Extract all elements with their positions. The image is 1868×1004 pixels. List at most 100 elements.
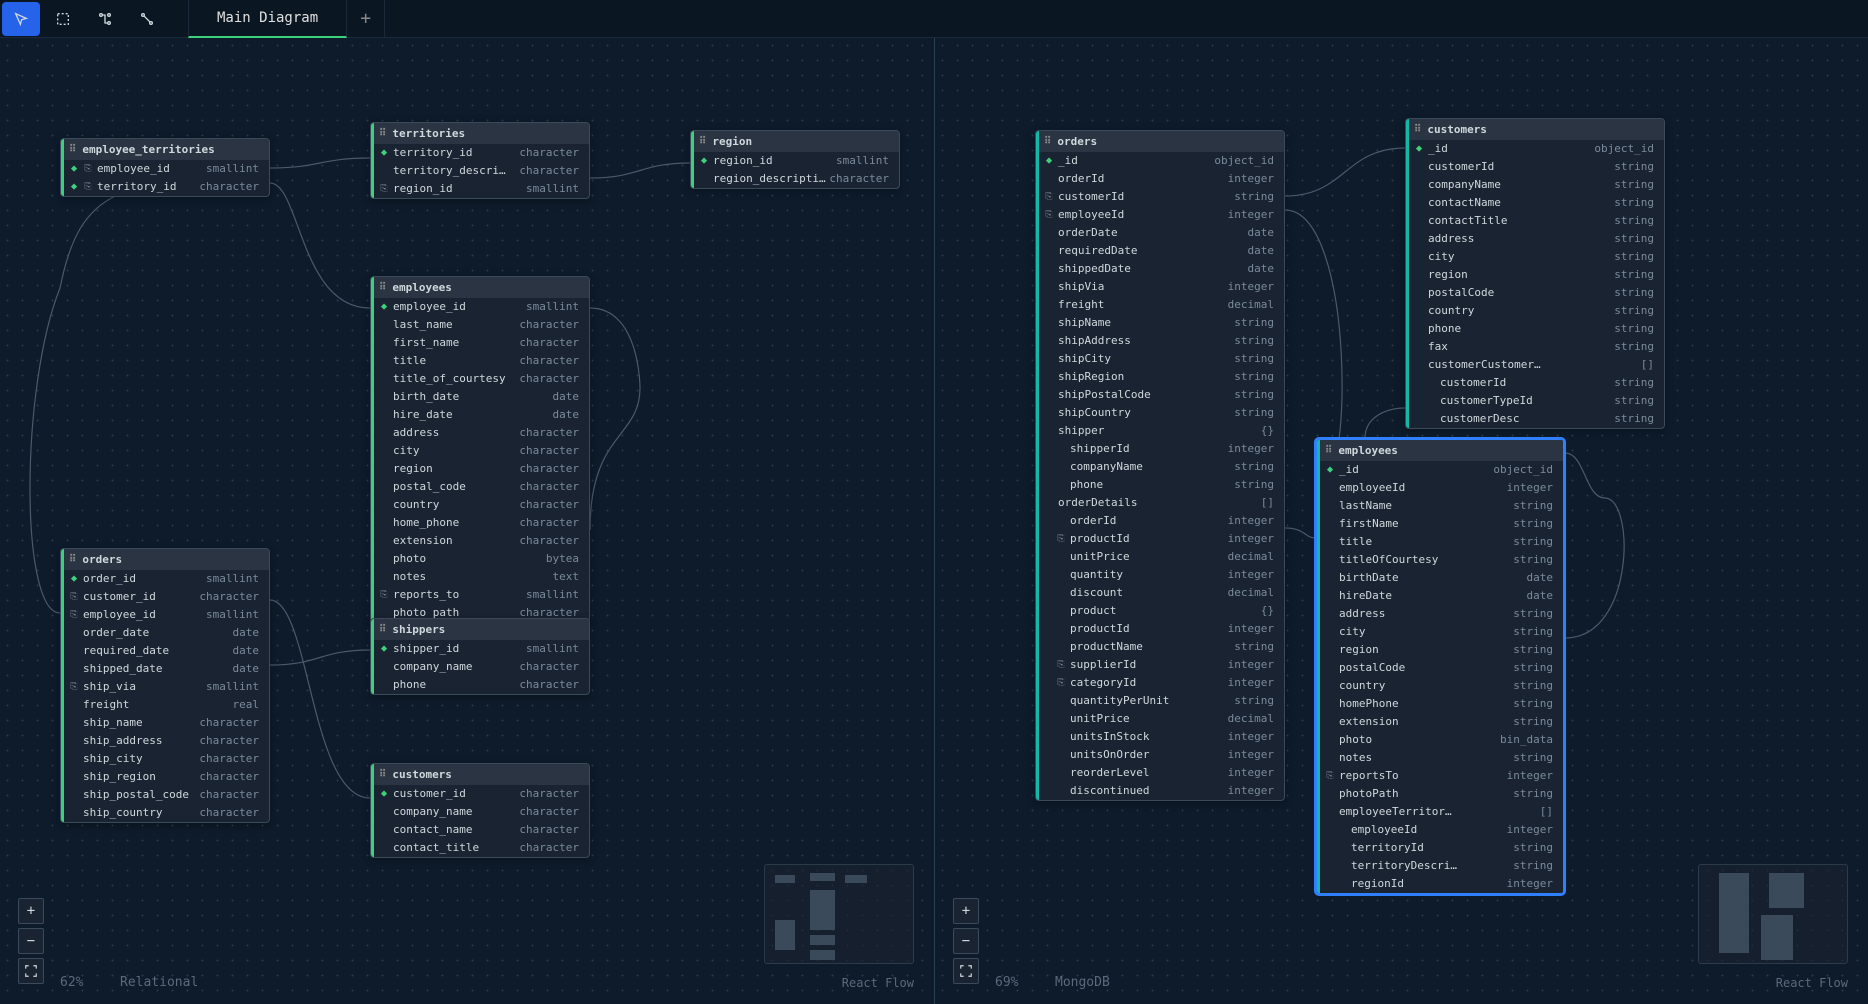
field-row[interactable]: ship_namecharacter xyxy=(61,714,269,732)
field-row[interactable]: citystring xyxy=(1317,623,1563,641)
pointer-tool[interactable] xyxy=(2,2,40,36)
field-row[interactable]: extensionstring xyxy=(1317,713,1563,731)
table-header[interactable]: shippers xyxy=(371,619,589,640)
table-node-employee_territories[interactable]: employee_territories⬥⎘employee_idsmallin… xyxy=(60,138,270,197)
field-row[interactable]: addresscharacter xyxy=(371,424,589,442)
field-row[interactable]: ⎘employee_idsmallint xyxy=(61,606,269,624)
fit-view-button[interactable] xyxy=(953,958,979,984)
field-row[interactable]: unitPricedecimal xyxy=(1036,548,1284,566)
table-header[interactable]: employee_territories xyxy=(61,139,269,160)
field-row[interactable]: ⬥customer_idcharacter xyxy=(371,785,589,803)
field-row[interactable]: ⬥territory_idcharacter xyxy=(371,144,589,162)
field-row[interactable]: customerCustomer…[] xyxy=(1406,356,1664,374)
field-row[interactable]: ⎘supplierIdinteger xyxy=(1036,656,1284,674)
field-row[interactable]: shipCountrystring xyxy=(1036,404,1284,422)
field-row[interactable]: territory_descri…character xyxy=(371,162,589,180)
field-row[interactable]: titlecharacter xyxy=(371,352,589,370)
zoom-in-button[interactable]: + xyxy=(953,898,979,924)
table-node-region[interactable]: region⬥region_idsmallintregion_descripti… xyxy=(690,130,900,189)
field-row[interactable]: ⬥_idobject_id xyxy=(1036,152,1284,170)
table-header[interactable]: customers xyxy=(1406,119,1664,140)
field-row[interactable]: region_descripti…character xyxy=(691,170,899,188)
tree-tool[interactable] xyxy=(86,2,124,36)
field-row[interactable]: orderDatedate xyxy=(1036,224,1284,242)
field-row[interactable]: ⬥_idobject_id xyxy=(1317,461,1563,479)
table-node-m_orders[interactable]: orders⬥_idobject_idorderIdinteger⎘custom… xyxy=(1035,130,1285,801)
table-header[interactable]: customers xyxy=(371,764,589,785)
field-row[interactable]: countrycharacter xyxy=(371,496,589,514)
table-node-customers[interactable]: customers⬥customer_idcharactercompany_na… xyxy=(370,763,590,858)
field-row[interactable]: contact_titlecharacter xyxy=(371,839,589,857)
field-row[interactable]: contactTitlestring xyxy=(1406,212,1664,230)
field-row[interactable]: orderDetails[] xyxy=(1036,494,1284,512)
field-row[interactable]: freightdecimal xyxy=(1036,296,1284,314)
field-row[interactable]: customerIdstring xyxy=(1406,158,1664,176)
field-row[interactable]: required_datedate xyxy=(61,642,269,660)
field-row[interactable]: customerTypeIdstring xyxy=(1406,392,1664,410)
field-row[interactable]: shipped_datedate xyxy=(61,660,269,678)
field-row[interactable]: photobytea xyxy=(371,550,589,568)
canvas-mongodb[interactable]: + − 69% MongoDB React Flow orders⬥_idobj… xyxy=(934,38,1868,1004)
field-row[interactable]: phonecharacter xyxy=(371,676,589,694)
field-row[interactable]: notestext xyxy=(371,568,589,586)
field-row[interactable]: ⬥employee_idsmallint xyxy=(371,298,589,316)
field-row[interactable]: ⬥_idobject_id xyxy=(1406,140,1664,158)
table-header[interactable]: region xyxy=(691,131,899,152)
field-row[interactable]: territoryDescri…string xyxy=(1317,857,1563,875)
zoom-in-button[interactable]: + xyxy=(18,898,44,924)
zoom-out-button[interactable]: − xyxy=(953,928,979,954)
field-row[interactable]: unitsOnOrderinteger xyxy=(1036,746,1284,764)
field-row[interactable]: ⎘employeeIdinteger xyxy=(1036,206,1284,224)
field-row[interactable]: ⎘customerIdstring xyxy=(1036,188,1284,206)
field-row[interactable]: employeeIdinteger xyxy=(1317,821,1563,839)
table-header[interactable]: employees xyxy=(1317,440,1563,461)
field-row[interactable]: titlestring xyxy=(1317,533,1563,551)
field-row[interactable]: countrystring xyxy=(1406,302,1664,320)
field-row[interactable]: reorderLevelinteger xyxy=(1036,764,1284,782)
field-row[interactable]: customerIdstring xyxy=(1406,374,1664,392)
field-row[interactable]: citystring xyxy=(1406,248,1664,266)
add-tab-button[interactable]: + xyxy=(347,0,385,38)
table-node-employees[interactable]: employees⬥employee_idsmallintlast_namech… xyxy=(370,276,590,623)
field-row[interactable]: postalCodestring xyxy=(1317,659,1563,677)
table-node-shippers[interactable]: shippers⬥shipper_idsmallintcompany_namec… xyxy=(370,618,590,695)
field-row[interactable]: first_namecharacter xyxy=(371,334,589,352)
field-row[interactable]: hire_datedate xyxy=(371,406,589,424)
field-row[interactable]: titleOfCourtesystring xyxy=(1317,551,1563,569)
field-row[interactable]: freightreal xyxy=(61,696,269,714)
field-row[interactable]: ⎘productIdinteger xyxy=(1036,530,1284,548)
field-row[interactable]: ⎘categoryIdinteger xyxy=(1036,674,1284,692)
table-header[interactable]: orders xyxy=(61,549,269,570)
field-row[interactable]: orderIdinteger xyxy=(1036,170,1284,188)
field-row[interactable]: productNamestring xyxy=(1036,638,1284,656)
field-row[interactable]: faxstring xyxy=(1406,338,1664,356)
field-row[interactable]: birth_datedate xyxy=(371,388,589,406)
field-row[interactable]: ⎘reportsTointeger xyxy=(1317,767,1563,785)
field-row[interactable]: ship_regioncharacter xyxy=(61,768,269,786)
field-row[interactable]: discountdecimal xyxy=(1036,584,1284,602)
field-row[interactable]: territoryIdstring xyxy=(1317,839,1563,857)
field-row[interactable]: unitsInStockinteger xyxy=(1036,728,1284,746)
field-row[interactable]: shipViainteger xyxy=(1036,278,1284,296)
field-row[interactable]: postalCodestring xyxy=(1406,284,1664,302)
field-row[interactable]: ship_addresscharacter xyxy=(61,732,269,750)
field-row[interactable]: homePhonestring xyxy=(1317,695,1563,713)
field-row[interactable]: shippedDatedate xyxy=(1036,260,1284,278)
field-row[interactable]: photobin_data xyxy=(1317,731,1563,749)
field-row[interactable]: addressstring xyxy=(1317,605,1563,623)
field-row[interactable]: extensioncharacter xyxy=(371,532,589,550)
field-row[interactable]: order_datedate xyxy=(61,624,269,642)
field-row[interactable]: shipAddressstring xyxy=(1036,332,1284,350)
field-row[interactable]: ship_citycharacter xyxy=(61,750,269,768)
field-row[interactable]: shipCitystring xyxy=(1036,350,1284,368)
table-header[interactable]: employees xyxy=(371,277,589,298)
field-row[interactable]: company_namecharacter xyxy=(371,658,589,676)
field-row[interactable]: productIdinteger xyxy=(1036,620,1284,638)
field-row[interactable]: shipNamestring xyxy=(1036,314,1284,332)
field-row[interactable]: ⬥region_idsmallint xyxy=(691,152,899,170)
field-row[interactable]: ⎘ship_viasmallint xyxy=(61,678,269,696)
field-row[interactable]: photoPathstring xyxy=(1317,785,1563,803)
table-node-orders[interactable]: orders⬥order_idsmallint⎘customer_idchara… xyxy=(60,548,270,823)
field-row[interactable]: ⬥⎘employee_idsmallint xyxy=(61,160,269,178)
field-row[interactable]: postal_codecharacter xyxy=(371,478,589,496)
